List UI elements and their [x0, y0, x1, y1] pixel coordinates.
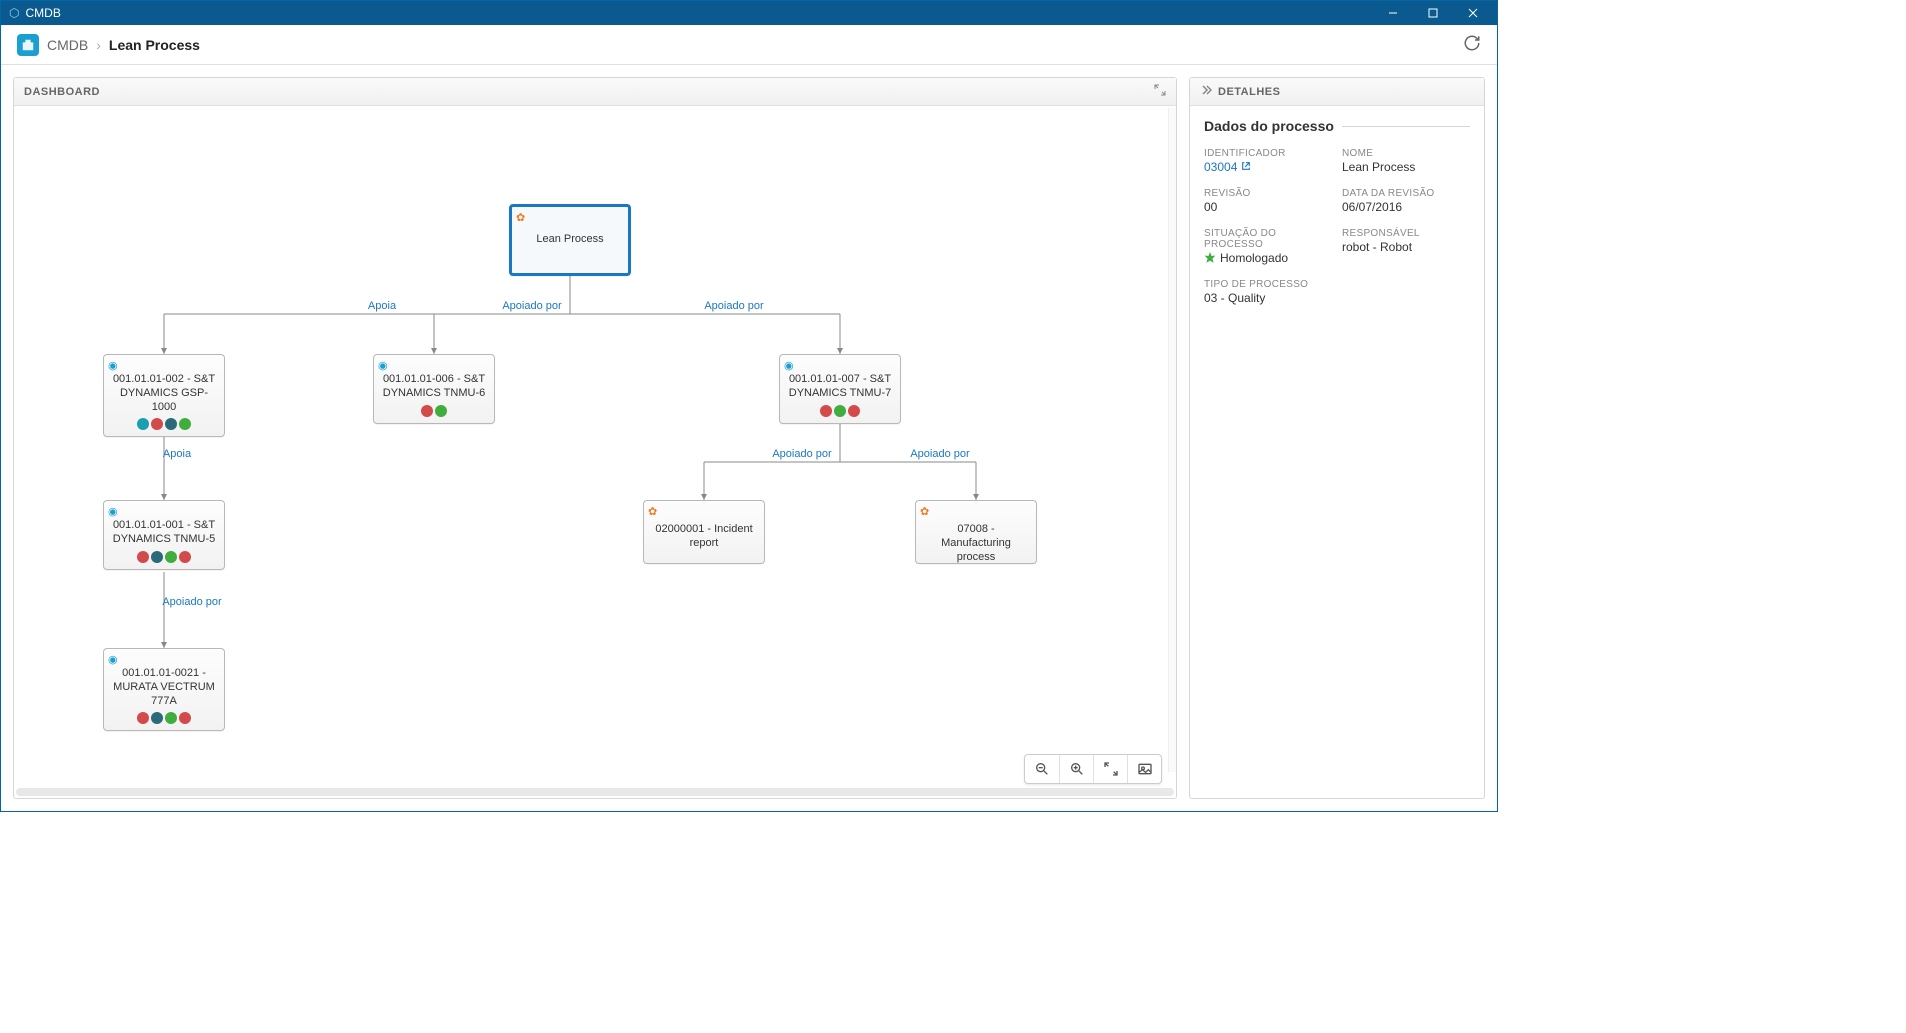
identificador-value: 03004 [1204, 160, 1237, 174]
dashboard-vertical-scrollbar[interactable] [1168, 108, 1176, 772]
canvas-toolbox [1024, 754, 1162, 784]
field-situacao: SITUAÇÃO DO PROCESSO Homologado [1204, 228, 1332, 265]
edge-label: Apoiado por [162, 596, 221, 608]
asset-icon: ◉ [108, 359, 118, 372]
field-label: IDENTIFICADOR [1204, 148, 1332, 159]
process-icon: ✿ [516, 211, 525, 224]
edge-label: Apoiado por [502, 300, 561, 312]
titlebar: ⬡ CMDB [1, 1, 1497, 25]
dashboard-header: DASHBOARD [14, 78, 1176, 106]
node-label: 07008 - Manufacturing process [922, 523, 1030, 564]
node-asset[interactable]: ◉ 001.01.01-006 - S&T DYNAMICS TNMU-6 [373, 354, 495, 424]
breadcrumb-separator-icon: › [96, 37, 101, 53]
breadcrumb-current: Lean Process [109, 37, 200, 53]
field-revisao: REVISÃO 00 [1204, 188, 1332, 214]
main-area: DASHBOARD [1, 65, 1497, 811]
field-value: robot - Robot [1342, 240, 1470, 254]
process-icon: ✿ [920, 505, 929, 518]
node-badges [380, 405, 488, 417]
export-image-button[interactable] [1127, 755, 1161, 783]
dashboard-title: DASHBOARD [24, 86, 100, 98]
dashboard-horizontal-scrollbar[interactable] [16, 788, 1174, 796]
node-badges [110, 418, 218, 430]
node-root[interactable]: ✿ Lean Process [509, 204, 631, 276]
window-maximize-button[interactable] [1413, 2, 1453, 24]
node-process[interactable]: ✿ 07008 - Manufacturing process [915, 500, 1037, 564]
field-label: REVISÃO [1204, 188, 1332, 199]
node-badges [110, 551, 218, 563]
field-label: SITUAÇÃO DO PROCESSO [1204, 228, 1332, 250]
field-responsavel: RESPONSÁVEL robot - Robot [1342, 228, 1470, 265]
field-identificador: IDENTIFICADOR 03004 [1204, 148, 1332, 174]
asset-icon: ◉ [378, 359, 388, 372]
zoom-in-button[interactable] [1059, 755, 1093, 783]
app-window: ⬡ CMDB CMDB › Lean Process [0, 0, 1498, 812]
breadcrumb-root[interactable]: CMDB [47, 37, 88, 53]
dashboard-panel: DASHBOARD [13, 77, 1177, 799]
edge-label: Apoiado por [772, 448, 831, 460]
identificador-link[interactable]: 03004 [1204, 160, 1332, 174]
fit-to-screen-button[interactable] [1093, 755, 1127, 783]
edge-label: Apoiado por [910, 448, 969, 460]
field-data-revisao: DATA DA REVISÃO 06/07/2016 [1342, 188, 1470, 214]
window-close-button[interactable] [1453, 2, 1493, 24]
asset-icon: ◉ [108, 653, 118, 666]
asset-icon: ◉ [108, 505, 118, 518]
field-tipo-processo: TIPO DE PROCESSO 03 - Quality [1204, 279, 1470, 305]
node-asset[interactable]: ◉ 001.01.01-001 - S&T DYNAMICS TNMU-5 [103, 500, 225, 570]
window-minimize-button[interactable] [1373, 2, 1413, 24]
status-homologado-icon [1204, 252, 1216, 264]
details-header: DETALHES [1190, 78, 1484, 106]
node-label: 001.01.01-0021 - MURATA VECTRUM 777A [110, 667, 218, 708]
dashboard-canvas[interactable]: Apoia Apoiado por Apoiado por Apoia Apoi… [14, 106, 1176, 798]
details-panel: DETALHES Dados do processo IDENTIFICADOR… [1189, 77, 1485, 799]
node-label: 001.01.01-002 - S&T DYNAMICS GSP-1000 [110, 373, 218, 414]
app-logo-icon [17, 34, 39, 56]
field-label: DATA DA REVISÃO [1342, 188, 1470, 199]
field-value: 03 - Quality [1204, 291, 1470, 305]
zoom-out-button[interactable] [1025, 755, 1059, 783]
node-process[interactable]: ✿ 02000001 - Incident report [643, 500, 765, 564]
node-asset[interactable]: ◉ 001.01.01-007 - S&T DYNAMICS TNMU-7 [779, 354, 901, 424]
edge-label: Apoia [368, 300, 396, 312]
field-label: RESPONSÁVEL [1342, 228, 1470, 239]
expand-panel-button[interactable] [1154, 84, 1166, 99]
node-label: 02000001 - Incident report [650, 523, 758, 551]
field-label: NOME [1342, 148, 1470, 159]
node-asset[interactable]: ◉ 001.01.01-002 - S&T DYNAMICS GSP-1000 [103, 354, 225, 437]
details-section-title: Dados do processo [1204, 118, 1470, 134]
refresh-button[interactable] [1463, 34, 1481, 55]
window-title: CMDB [25, 6, 60, 20]
field-nome: NOME Lean Process [1342, 148, 1470, 174]
edge-label: Apoia [163, 448, 191, 460]
node-badges [786, 405, 894, 417]
field-label: TIPO DE PROCESSO [1204, 279, 1470, 290]
node-label: 001.01.01-006 - S&T DYNAMICS TNMU-6 [380, 373, 488, 401]
details-title: DETALHES [1218, 86, 1280, 98]
node-label: Lean Process [536, 233, 603, 245]
external-link-icon [1241, 160, 1251, 174]
field-value: Lean Process [1342, 160, 1470, 174]
node-label: 001.01.01-001 - S&T DYNAMICS TNMU-5 [110, 519, 218, 547]
asset-icon: ◉ [784, 359, 794, 372]
node-label: 001.01.01-007 - S&T DYNAMICS TNMU-7 [786, 373, 894, 401]
field-value: 06/07/2016 [1342, 200, 1470, 214]
process-icon: ✿ [648, 505, 657, 518]
collapse-details-button[interactable] [1200, 84, 1212, 99]
edge-label: Apoiado por [704, 300, 763, 312]
field-value: Homologado [1220, 251, 1288, 265]
field-value: 00 [1204, 200, 1332, 214]
node-badges [110, 712, 218, 724]
window-app-icon: ⬡ [9, 6, 19, 20]
node-asset[interactable]: ◉ 001.01.01-0021 - MURATA VECTRUM 777A [103, 648, 225, 731]
breadcrumb-bar: CMDB › Lean Process [1, 25, 1497, 65]
